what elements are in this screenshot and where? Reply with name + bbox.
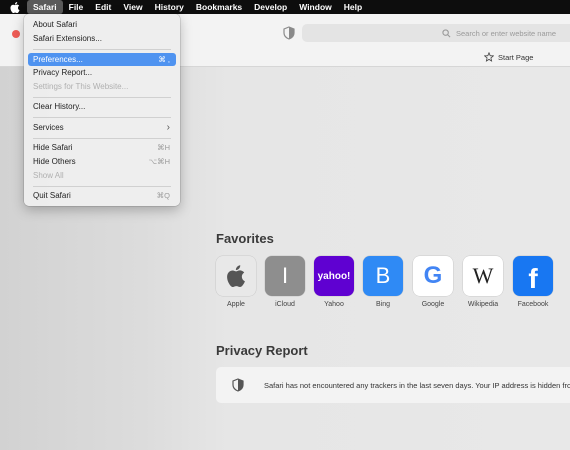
favorite-label: Apple bbox=[227, 301, 245, 308]
menu-item-settings-for-website: Settings for This Website... bbox=[28, 80, 176, 93]
menu-item-label: Show All bbox=[33, 171, 64, 180]
favorite-label: Google bbox=[421, 301, 445, 308]
menu-item-clear-history[interactable]: Clear History... bbox=[28, 100, 176, 113]
menu-item-shortcut: ⌘H bbox=[157, 143, 170, 152]
menu-item-label: Settings for This Website... bbox=[33, 82, 129, 91]
menu-develop[interactable]: Develop bbox=[248, 0, 293, 14]
privacy-report-heading: Privacy Report bbox=[216, 343, 308, 358]
favorite-icloud[interactable]: I iCloud bbox=[263, 256, 307, 308]
menu-item-label: Safari Extensions... bbox=[33, 34, 102, 43]
start-page-label: Start Page bbox=[498, 52, 534, 62]
menu-bookmarks[interactable]: Bookmarks bbox=[190, 0, 248, 14]
menu-item-label: Hide Safari bbox=[33, 143, 73, 152]
menu-separator bbox=[33, 138, 171, 139]
menu-separator bbox=[33, 49, 171, 50]
favorite-label: Facebook bbox=[517, 301, 549, 308]
favorite-google[interactable]: G Google bbox=[411, 256, 455, 308]
favorite-facebook[interactable]: f Facebook bbox=[511, 256, 555, 308]
menu-history[interactable]: History bbox=[149, 0, 190, 14]
menu-file[interactable]: File bbox=[63, 0, 90, 14]
safari-menu-dropdown: About Safari Safari Extensions... Prefer… bbox=[24, 14, 180, 206]
menu-edit[interactable]: Edit bbox=[89, 0, 117, 14]
menu-item-hide-safari[interactable]: Hide Safari ⌘H bbox=[28, 141, 176, 154]
menu-safari[interactable]: Safari bbox=[27, 0, 63, 14]
privacy-shield-icon[interactable] bbox=[283, 26, 295, 40]
menu-item-label: Clear History... bbox=[33, 102, 86, 111]
favorites-heading: Favorites bbox=[216, 231, 274, 246]
menu-item-label: Services bbox=[33, 123, 64, 132]
favorite-bing[interactable]: B Bing bbox=[361, 256, 405, 308]
favorite-apple[interactable]: Apple bbox=[214, 256, 258, 308]
menu-item-label: About Safari bbox=[33, 20, 78, 29]
menu-bar: Safari File Edit View History Bookmarks … bbox=[0, 0, 570, 14]
menu-item-hide-others[interactable]: Hide Others ⌥⌘H bbox=[28, 155, 176, 168]
menu-item-label: Hide Others bbox=[33, 157, 76, 166]
google-logo-icon: G bbox=[413, 256, 453, 296]
bing-letter-icon: B bbox=[363, 256, 403, 296]
menu-item-shortcut: ⌘ , bbox=[158, 55, 170, 64]
favorite-label: Yahoo bbox=[324, 301, 344, 308]
start-page-tab[interactable]: Start Page bbox=[484, 52, 533, 62]
menu-item-quit-safari[interactable]: Quit Safari ⌘Q bbox=[28, 189, 176, 202]
shield-icon bbox=[232, 378, 244, 392]
submenu-chevron-icon: › bbox=[166, 122, 170, 133]
menu-separator bbox=[33, 97, 171, 98]
apple-menu-icon[interactable] bbox=[10, 1, 21, 13]
menu-item-show-all: Show All bbox=[28, 169, 176, 182]
close-window-button[interactable] bbox=[12, 30, 20, 38]
facebook-logo-icon: f bbox=[513, 256, 553, 296]
address-bar-placeholder: Search or enter website name bbox=[456, 28, 557, 38]
menu-item-preferences[interactable]: Preferences... ⌘ , bbox=[28, 53, 176, 66]
menu-item-shortcut: ⌥⌘H bbox=[148, 157, 170, 166]
yahoo-logo-icon: yahoo! bbox=[314, 256, 354, 296]
privacy-report-card[interactable]: Safari has not encountered any trackers … bbox=[216, 367, 570, 403]
star-icon bbox=[484, 52, 494, 62]
address-bar[interactable]: Search or enter website name bbox=[302, 24, 570, 42]
menu-item-safari-extensions[interactable]: Safari Extensions... bbox=[28, 32, 176, 45]
favorite-label: Wikipedia bbox=[467, 301, 499, 308]
menu-item-label: Quit Safari bbox=[33, 191, 71, 200]
menu-item-label: Privacy Report... bbox=[33, 68, 93, 77]
privacy-report-text: Safari has not encountered any trackers … bbox=[264, 380, 570, 390]
menu-window[interactable]: Window bbox=[293, 0, 338, 14]
menu-item-label: Preferences... bbox=[33, 55, 83, 64]
menu-item-shortcut: ⌘Q bbox=[156, 191, 170, 200]
menu-item-services[interactable]: Services › bbox=[28, 121, 176, 134]
favorite-wikipedia[interactable]: W Wikipedia bbox=[461, 256, 505, 308]
menu-item-about-safari[interactable]: About Safari bbox=[28, 18, 176, 31]
menu-separator bbox=[33, 117, 171, 118]
favorite-yahoo[interactable]: yahoo! Yahoo bbox=[312, 256, 356, 308]
icloud-letter-icon: I bbox=[265, 256, 305, 296]
favorite-label: iCloud bbox=[275, 301, 295, 308]
apple-logo-icon bbox=[216, 256, 256, 296]
menu-item-privacy-report[interactable]: Privacy Report... bbox=[28, 66, 176, 79]
menu-help[interactable]: Help bbox=[338, 0, 368, 14]
menu-separator bbox=[33, 186, 171, 187]
wikipedia-logo-icon: W bbox=[463, 256, 503, 296]
menu-view[interactable]: View bbox=[117, 0, 148, 14]
favorite-label: Bing bbox=[375, 301, 390, 308]
search-icon bbox=[442, 28, 451, 37]
